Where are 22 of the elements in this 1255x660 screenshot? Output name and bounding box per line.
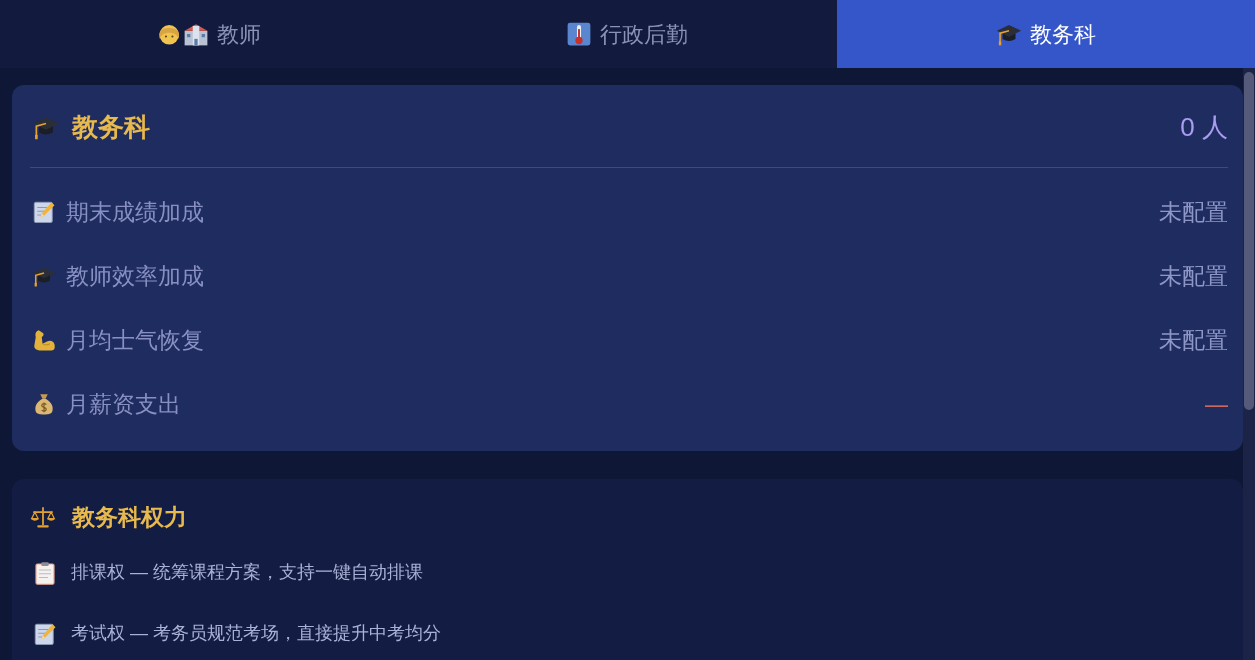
scrollbar-thumb[interactable] [1244,72,1254,410]
money-bag-icon [32,392,56,416]
thermometer-tile-icon [566,21,593,47]
stat-label: 月均士气恢复 [66,325,204,355]
powers-title: 教务科权力 [72,502,187,532]
balance-scale-icon [30,504,56,530]
stat-value: 未配置 [1159,261,1228,291]
stat-value: 未配置 [1159,197,1228,227]
tab[interactable]: 教务科 [836,0,1255,68]
stat-value: 未配置 [1159,325,1228,355]
power-description: 排课权 — 统筹课程方案，支持一键自动排课 [71,561,423,584]
flexed-arm-icon [32,328,56,352]
stat-value: — [1205,389,1228,419]
memo-pencil-icon [32,200,56,224]
memo-pencil-icon [33,621,57,646]
power-description: 考试权 — 考务员规范考场，直接提升中考均分 [71,622,441,645]
stat-label: 期末成绩加成 [66,197,204,227]
clipboard-icon [33,560,57,585]
stat-label: 月薪资支出 [66,389,181,419]
stat-label: 教师效率加成 [66,261,204,291]
department-title: 教务科 [72,110,150,144]
headcount: 0 人 [1180,110,1228,144]
